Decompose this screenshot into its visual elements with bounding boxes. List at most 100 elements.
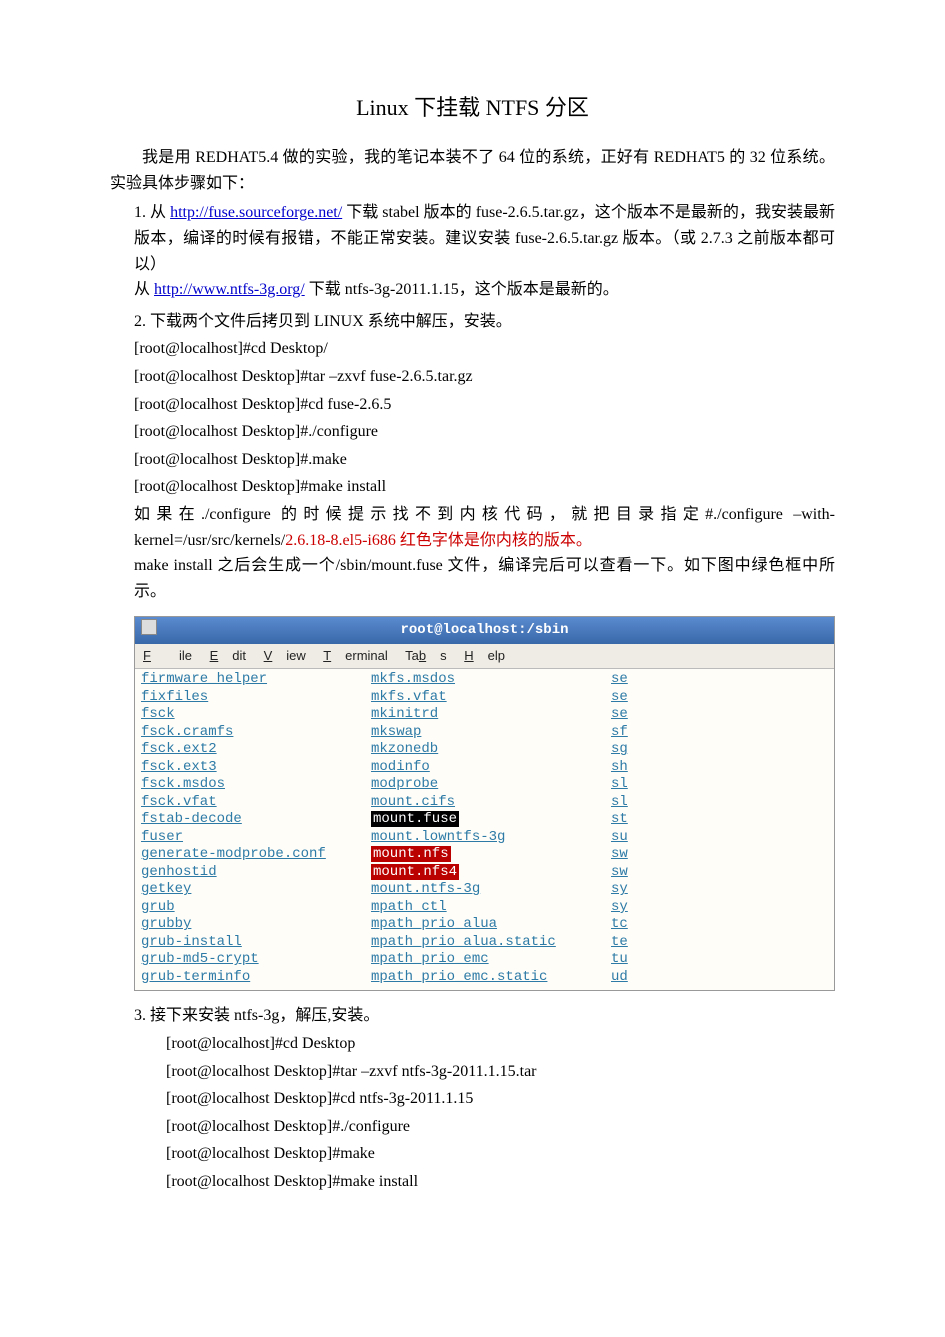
term-col3: tu [611,951,651,969]
intro-paragraph: 我是用 REDHAT5.4 做的实验，我的笔记本装不了 64 位的系统，正好有 … [110,145,835,196]
step-num-1: 1. [134,204,146,221]
term-col3: sy [611,881,651,899]
term-col3: st [611,811,651,829]
term-col3: sw [611,864,651,882]
term-col1: fsck [141,706,371,724]
term-col1: fsck.ext3 [141,759,371,777]
term-col3: se [611,706,651,724]
terminal-row: genhostidmount.nfs4sw [141,864,828,882]
menu-view[interactable]: View [264,648,306,663]
term-col2: mpath_ctl [371,899,611,917]
term-col3: tc [611,916,651,934]
term-col2: mount.cifs [371,794,611,812]
term-col1: fsck.cramfs [141,724,371,742]
term-col1: generate-modprobe.conf [141,846,371,864]
s3-t1: 接下来安装 ntfs-3g，解压,安装。 [150,1007,379,1024]
menu-tabs[interactable]: Tabs [405,648,446,663]
menu-file[interactable]: File [143,648,192,663]
menu-edit[interactable]: Edit [210,648,246,663]
link-fuse[interactable]: http://fuse.sourceforge.net/ [170,204,342,221]
s2-t1: 下载两个文件后拷贝到 LINUX 系统中解压，安装。 [150,313,512,330]
term-col2: mount.nfs [371,846,611,864]
term-col1: genhostid [141,864,371,882]
terminal-menubar: File Edit View Terminal Tabs Help [135,644,834,670]
term-col2: mkzonedb [371,741,611,759]
term-col2: mpath_prio_alua [371,916,611,934]
term-col1: fsck.ext2 [141,741,371,759]
s3-cmd2: [root@localhost Desktop]#tar –zxvf ntfs-… [166,1059,835,1085]
term-col3: sl [611,794,651,812]
terminal-row: generate-modprobe.confmount.nfssw [141,846,828,864]
terminal-icon [141,619,157,635]
term-col3: se [611,689,651,707]
term-col3: se [611,671,651,689]
term-col2: mount.lowntfs-3g [371,829,611,847]
menu-terminal[interactable]: Terminal [323,648,388,663]
step-num-3: 3. [134,1007,146,1024]
terminal-row: grubmpath_ctlsy [141,899,828,917]
s1-t3: 从 [134,281,150,298]
term-col1: grub [141,899,371,917]
menu-help[interactable]: Help [464,648,505,663]
step-3: 3. 接下来安装 ntfs-3g，解压,安装。 [root@localhost]… [134,1003,835,1194]
term-col3: sg [611,741,651,759]
term-col2: mpath_prio_emc.static [371,969,611,987]
term-col2: mkfs.msdos [371,671,611,689]
link-ntfs3g[interactable]: http://www.ntfs-3g.org/ [154,281,305,298]
terminal-row: fsckmkinitrdse [141,706,828,724]
s2-cmd6: [root@localhost Desktop]#make install [134,474,835,500]
terminal-row: firmware_helpermkfs.msdosse [141,671,828,689]
s2-cmd4: [root@localhost Desktop]#./configure [134,419,835,445]
term-col2: mkfs.vfat [371,689,611,707]
term-col2: mount.ntfs-3g [371,881,611,899]
term-col1: grub-install [141,934,371,952]
terminal-row: grub-md5-cryptmpath_prio_emctu [141,951,828,969]
step-2: 2. 下载两个文件后拷贝到 LINUX 系统中解压，安装。 [root@loca… [134,309,835,992]
s3-cmd5: [root@localhost Desktop]#make [166,1141,835,1167]
term-col3: su [611,829,651,847]
s3-cmd3: [root@localhost Desktop]#cd ntfs-3g-2011… [166,1086,835,1112]
s3-cmd1: [root@localhost]#cd Desktop [166,1031,835,1057]
term-col1: fixfiles [141,689,371,707]
term-col2: mount.fuse [371,811,611,829]
term-col1: fsck.msdos [141,776,371,794]
terminal-row: grub-installmpath_prio_alua.staticte [141,934,828,952]
s2-cmd5: [root@localhost Desktop]#.make [134,447,835,473]
term-col3: sy [611,899,651,917]
s2-cmd3: [root@localhost Desktop]#cd fuse-2.6.5 [134,392,835,418]
terminal-row: fsck.ext2mkzonedbsg [141,741,828,759]
term-col3: sh [611,759,651,777]
terminal-row: fsck.cramfsmkswapsf [141,724,828,742]
terminal-row: grubbympath_prio_aluatc [141,916,828,934]
term-col3: sf [611,724,651,742]
terminal-row: grub-terminfompath_prio_emc.staticud [141,969,828,987]
terminal-row: fusermount.lowntfs-3gsu [141,829,828,847]
term-col3: te [611,934,651,952]
terminal-row: fsck.ext3modinfosh [141,759,828,777]
term-col2: modprobe [371,776,611,794]
term-col2: mpath_prio_alua.static [371,934,611,952]
term-col1: grub-md5-crypt [141,951,371,969]
doc-title: Linux 下挂载 NTFS 分区 [110,90,835,125]
term-col1: fuser [141,829,371,847]
terminal-titlebar: root@localhost:/sbin [135,617,834,643]
term-col1: grubby [141,916,371,934]
s2-cmd-block: [root@localhost]#cd Desktop/ [root@local… [134,336,835,500]
term-col2: modinfo [371,759,611,777]
document-page: Linux 下挂载 NTFS 分区 我是用 REDHAT5.4 做的实验，我的笔… [0,0,945,1261]
s2-cmd1: [root@localhost]#cd Desktop/ [134,336,835,362]
term-col2: mkinitrd [371,706,611,724]
terminal-body: firmware_helpermkfs.msdossefixfilesmkfs.… [135,669,834,990]
term-col1: grub-terminfo [141,969,371,987]
s3-cmd6: [root@localhost Desktop]#make install [166,1169,835,1195]
s3-cmd4: [root@localhost Desktop]#./configure [166,1114,835,1140]
term-col1: getkey [141,881,371,899]
step-num-2: 2. [134,313,146,330]
terminal-row: fixfilesmkfs.vfatse [141,689,828,707]
s2-note: 如果在./configure 的时候提示找不到内核代码，就把目录指定#./con… [134,502,835,553]
terminal-row: getkeymount.ntfs-3gsy [141,881,828,899]
s1-t1: 从 [150,204,166,221]
terminal-row: fsck.vfatmount.cifssl [141,794,828,812]
term-col1: fstab-decode [141,811,371,829]
s2-cmd2: [root@localhost Desktop]#tar –zxvf fuse-… [134,364,835,390]
